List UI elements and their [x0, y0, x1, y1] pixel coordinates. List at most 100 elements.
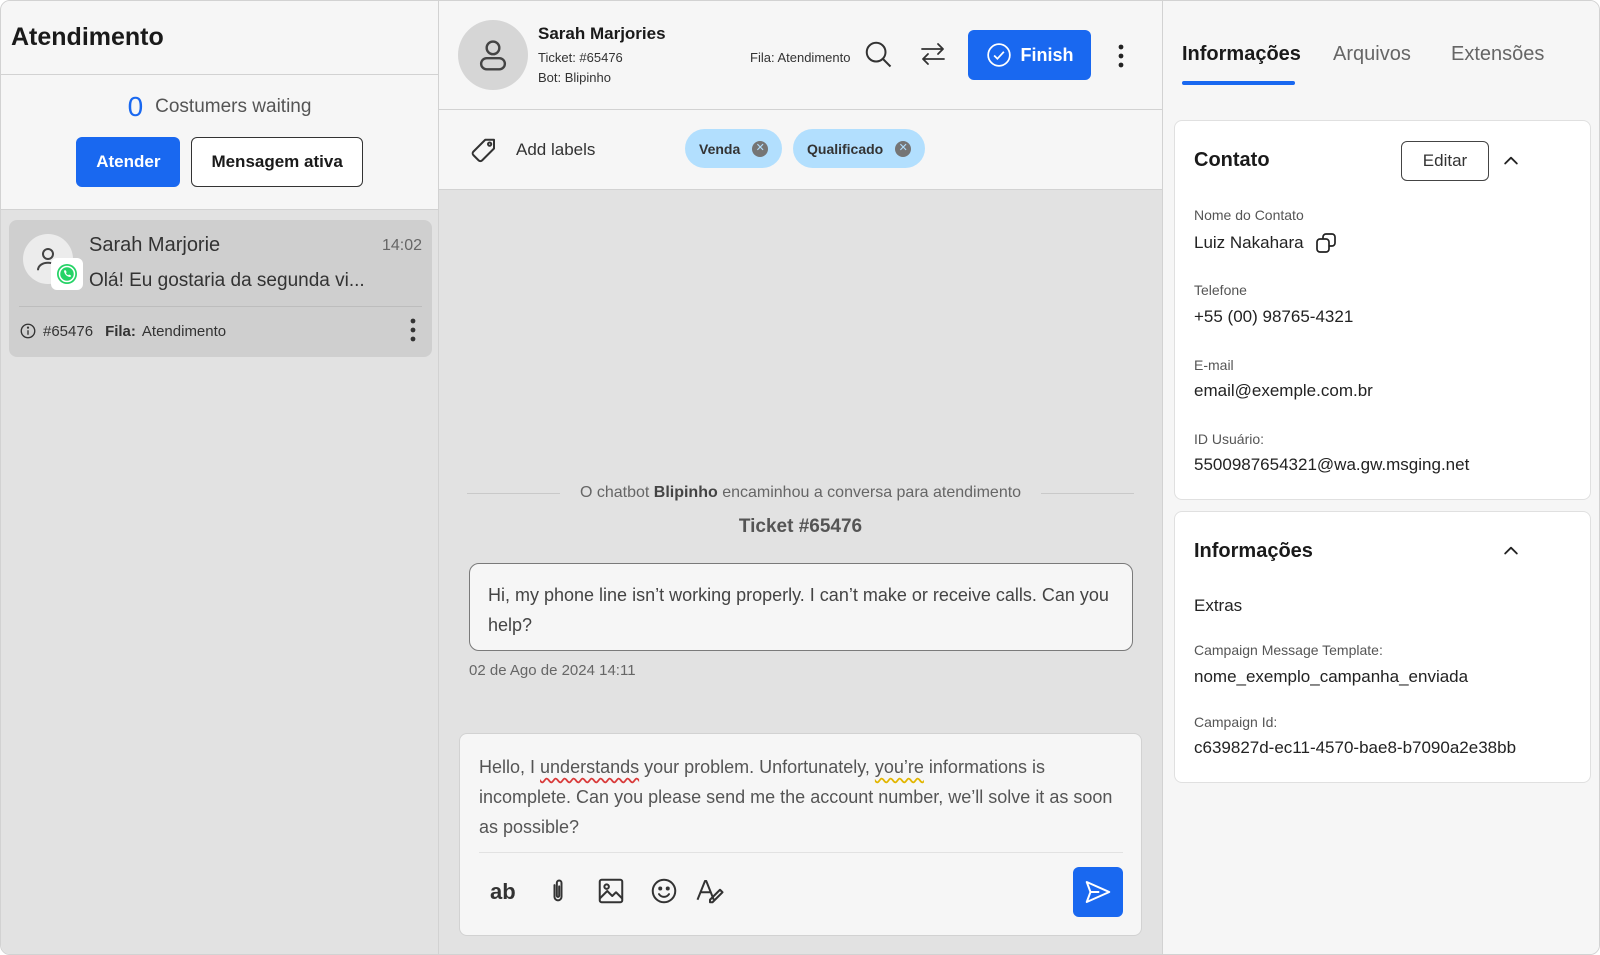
image-icon	[598, 878, 624, 904]
contact-card: Contato Editar Nome do Contato Luiz Naka…	[1174, 120, 1591, 500]
chat-bot: Bot: Blipinho	[538, 70, 611, 85]
active-tab-indicator	[1182, 81, 1295, 85]
email-value: email@exemple.com.br	[1194, 381, 1373, 400]
whatsapp-icon	[57, 264, 77, 284]
finish-button[interactable]: Finish	[968, 30, 1091, 80]
info-card-title: Informações	[1194, 540, 1313, 562]
send-button[interactable]	[1073, 867, 1123, 917]
system-bot-name: Blipinho	[653, 484, 718, 501]
conversation-time: 14:02	[381, 237, 422, 254]
user-icon	[479, 40, 507, 71]
chip-label: Qualificado	[807, 140, 884, 157]
info-icon	[20, 323, 36, 339]
active-message-button[interactable]: Mensagem ativa	[191, 137, 363, 187]
queue-header: Atendimento	[1, 1, 438, 75]
details-panel: Informações Arquivos Extensões Contato E…	[1163, 1, 1599, 954]
more-vertical-icon	[410, 318, 416, 342]
queue-label: Fila:	[105, 322, 136, 340]
message-input[interactable]: Hello, I understands your problem. Unfor…	[479, 752, 1124, 842]
image-button[interactable]	[596, 876, 626, 911]
send-icon	[1085, 881, 1111, 903]
search-icon	[865, 41, 892, 68]
more-vertical-icon	[1118, 44, 1124, 68]
chat-panel: Sarah Marjories Ticket: #65476 Bot: Blip…	[439, 1, 1163, 954]
message-composer[interactable]: Hello, I understands your problem. Unfor…	[459, 733, 1142, 936]
tab-extensoes[interactable]: Extensões	[1451, 43, 1544, 66]
info-card: Informações Extras Campaign Message Temp…	[1174, 511, 1591, 783]
attach-button[interactable]	[544, 876, 572, 911]
system-prefix: O chatbot	[579, 484, 650, 501]
check-circle-icon	[986, 43, 1011, 67]
conversation-ticket: #65476	[43, 322, 94, 340]
queue-value: Atendimento	[141, 322, 227, 340]
user-id-value: 5500987654321@wa.gw.msging.net	[1194, 455, 1470, 474]
user-id-label: ID Usuário:	[1194, 431, 1265, 447]
chevron-up-icon	[1504, 156, 1518, 165]
panel-title: Atendimento	[11, 23, 164, 51]
conversation-meta: #65476 Fila: Atendimento	[19, 322, 226, 340]
campaign-id-label: Campaign Id:	[1194, 714, 1278, 730]
transfer-button[interactable]	[919, 41, 947, 72]
app-window: Atendimento 0 Costumers waiting Atender …	[0, 0, 1600, 955]
emoji-button[interactable]	[649, 876, 679, 911]
chat-queue: Fila: Atendimento	[750, 50, 851, 65]
close-icon[interactable]: ✕	[752, 140, 769, 157]
queue-panel: Atendimento 0 Costumers waiting Atender …	[1, 1, 439, 954]
ticket-title: Ticket #65476	[738, 516, 863, 537]
system-suffix: encaminhou a conversa para atendimento	[722, 484, 1022, 501]
waiting-row: 0 Costumers waiting	[1, 91, 438, 123]
tag-icon	[471, 138, 495, 163]
collapse-info-button[interactable]	[1501, 541, 1521, 566]
template-value: nome_exemplo_campanha_enviada	[1194, 667, 1469, 686]
waiting-label: Costumers waiting	[155, 96, 312, 117]
chat-more-button[interactable]	[1118, 44, 1124, 73]
divider	[479, 852, 1123, 853]
contact-name-value: Luiz Nakahara	[1194, 233, 1304, 252]
paperclip-icon	[553, 879, 563, 902]
divider	[19, 306, 422, 307]
whatsapp-badge	[51, 258, 83, 290]
copy-icon[interactable]	[1314, 231, 1338, 255]
chat-ticket: Ticket: #65476	[538, 50, 623, 65]
add-labels-text[interactable]: Add labels	[516, 140, 595, 160]
label-chip: Venda ✕	[685, 129, 783, 168]
phone-label: Telefone	[1194, 282, 1247, 298]
email-label: E-mail	[1194, 357, 1234, 373]
chat-contact-name: Sarah Marjories	[538, 24, 666, 43]
search-button[interactable]	[863, 39, 893, 74]
system-message: O chatbot Blipinho encaminhou a conversa…	[439, 484, 1162, 502]
edit-contact-button[interactable]: Editar	[1401, 141, 1489, 181]
spelling-error: understands	[540, 757, 640, 777]
conversation-card[interactable]: Sarah Marjorie 14:02 Olá! Eu gostaria da…	[9, 220, 432, 357]
chevron-up-icon	[1504, 546, 1518, 555]
collapse-contact-button[interactable]	[1501, 151, 1521, 176]
draft-text: Hello, I	[479, 757, 541, 777]
attend-button[interactable]: Atender	[76, 137, 181, 187]
grammar-warning: you’re	[874, 757, 924, 777]
template-label: Campaign Message Template:	[1194, 642, 1383, 658]
chat-avatar	[458, 20, 528, 90]
text-format-button[interactable]: ab	[490, 879, 516, 905]
contact-name-label: Nome do Contato	[1194, 207, 1304, 223]
conversation-preview: Olá! Eu gostaria da segunda vi...	[89, 270, 365, 291]
details-tabs: Informações Arquivos Extensões	[1163, 1, 1599, 110]
phone-value: +55 (00) 98765-4321	[1194, 307, 1354, 326]
conversation-more-button[interactable]	[410, 318, 416, 347]
add-label-button[interactable]	[469, 136, 499, 171]
extras-heading: Extras	[1194, 596, 1243, 615]
waiting-box: 0 Costumers waiting Atender Mensagem ati…	[1, 75, 438, 210]
conversation-name: Sarah Marjorie	[89, 234, 221, 256]
tab-arquivos[interactable]: Arquivos	[1333, 43, 1411, 66]
close-icon[interactable]: ✕	[895, 140, 912, 157]
spellcheck-icon	[696, 880, 724, 904]
campaign-id-value: c639827d-ec11-4570-bae8-b7090a2e38bb	[1194, 738, 1517, 757]
finish-label: Finish	[1020, 44, 1074, 65]
tab-informacoes[interactable]: Informações	[1182, 43, 1301, 66]
label-chip: Qualificado ✕	[793, 129, 926, 168]
transfer-icon	[921, 43, 945, 65]
draft-text: your problem. Unfortunately,	[639, 757, 875, 777]
spellcheck-button[interactable]	[695, 876, 725, 911]
labels-bar: Add labels Venda ✕ Qualificado ✕	[439, 110, 1162, 190]
emoji-icon	[651, 878, 677, 904]
chip-label: Venda	[699, 140, 741, 157]
